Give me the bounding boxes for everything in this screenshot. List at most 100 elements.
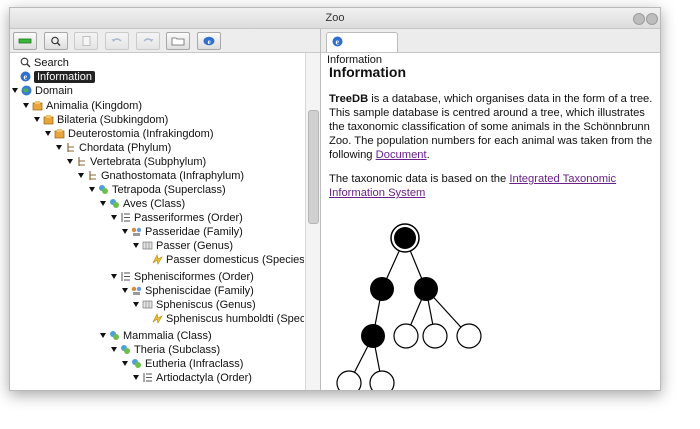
tree-item[interactable]: Artiodactyla (Order) <box>133 371 252 385</box>
redo-icon <box>143 38 154 42</box>
order-icon <box>143 373 152 382</box>
tree-item[interactable]: Eutheria (Infraclass) <box>122 357 243 371</box>
leaf-node <box>369 370 395 390</box>
expand-arrow-icon[interactable] <box>23 103 29 108</box>
scrollbar-thumb[interactable] <box>308 110 319 224</box>
info-content: Information TreeDB is a database, which … <box>329 63 654 210</box>
expand-arrow-icon[interactable] <box>111 347 117 352</box>
species-icon <box>152 254 163 265</box>
tree-item-label: Search <box>34 57 69 69</box>
expand-arrow-icon[interactable] <box>100 333 106 338</box>
info-icon: e <box>203 36 215 46</box>
kingdom-icon <box>54 129 65 139</box>
tree-item-label: Sphenisciformes (Order) <box>134 271 254 283</box>
tree-item[interactable]: Vertebrata (Subphylum) <box>67 155 206 169</box>
tree-item[interactable]: Mammalia (Class) <box>100 329 212 343</box>
phylum-icon <box>67 143 74 152</box>
search-icon <box>20 57 31 68</box>
phylum-icon <box>89 171 96 180</box>
tree-view: Search e Information Domain Animalia (Kin… <box>10 53 304 390</box>
tree-item[interactable]: Tetrapoda (Superclass) <box>89 183 226 197</box>
tree-item-label: Passeriformes (Order) <box>134 212 243 224</box>
tree-item-information[interactable]: e Information <box>20 70 96 84</box>
tree-item-label: Artiodactyla (Order) <box>156 372 252 384</box>
folder-button[interactable] <box>166 32 190 50</box>
tree-item-label: Spheniscus humboldti (Species) <box>166 313 304 325</box>
expand-arrow-icon[interactable] <box>111 274 117 279</box>
tree-item-domain[interactable]: Domain <box>12 84 73 98</box>
app-name: TreeDB <box>329 93 369 105</box>
expand-arrow-icon[interactable] <box>45 131 51 136</box>
tree-item[interactable]: Theria (Subclass) <box>111 343 220 357</box>
tree-item[interactable]: Sphenisciformes (Order) <box>111 270 254 284</box>
undo-icon <box>111 38 122 42</box>
source-paragraph: The taxonomic data is based on the Integ… <box>329 172 654 200</box>
tree-item[interactable]: Passer (Genus) <box>133 239 233 253</box>
class-icon <box>110 199 119 208</box>
expand-arrow-icon[interactable] <box>133 243 139 248</box>
tree-item-search[interactable]: Search <box>20 56 69 70</box>
info-button[interactable]: e <box>197 32 221 50</box>
tree-item-label: Passer domesticus (Species) <box>166 254 304 266</box>
close-button[interactable] <box>646 13 658 25</box>
expand-arrow-icon[interactable] <box>89 187 95 192</box>
svg-text:e: e <box>336 38 340 47</box>
expand-arrow-icon[interactable] <box>133 375 139 380</box>
tree-item[interactable]: Animalia (Kingdom) <box>23 99 142 113</box>
genus-icon <box>142 300 153 309</box>
tree-item[interactable]: Deuterostomia (Infrakingdom) <box>45 127 214 141</box>
tree-item[interactable]: Passeriformes (Order) <box>111 211 243 225</box>
tree-item-label: Domain <box>35 85 73 97</box>
tree-panel: e Search e Information Domain Animalia (K… <box>10 29 321 390</box>
period: . <box>426 149 430 161</box>
redo-button[interactable] <box>136 32 160 50</box>
tree-item-label: Spheniscus (Genus) <box>156 299 256 311</box>
tree-item-label: Theria (Subclass) <box>134 344 221 356</box>
tree-item-label: Eutheria (Infraclass) <box>145 358 244 370</box>
tree-item[interactable]: Spheniscidae (Family) <box>122 284 254 298</box>
search-icon <box>51 36 61 46</box>
expand-arrow-icon[interactable] <box>56 145 62 150</box>
class-icon <box>99 185 108 194</box>
tree-item[interactable]: Aves (Class) <box>100 197 185 211</box>
new-node-button[interactable] <box>13 32 37 50</box>
phylum-icon <box>78 157 85 166</box>
tree-edges <box>348 237 470 384</box>
tree-item[interactable]: Spheniscus (Genus) <box>133 298 256 312</box>
leaf-node <box>422 323 448 349</box>
tree-scrollbar[interactable] <box>305 53 320 390</box>
tree-item[interactable]: Spheniscus humboldti (Species) <box>152 312 304 326</box>
description-paragraph: TreeDB is a database, which organises da… <box>329 92 654 162</box>
expand-arrow-icon[interactable] <box>67 159 73 164</box>
expand-arrow-icon[interactable] <box>133 302 139 307</box>
expand-arrow-icon[interactable] <box>78 173 84 178</box>
tree-item[interactable]: Bilateria (Subkingdom) <box>34 113 168 127</box>
document-icon <box>82 36 91 46</box>
leaf-node <box>393 323 419 349</box>
expand-arrow-icon[interactable] <box>122 229 128 234</box>
tree-item-label: Spheniscidae (Family) <box>145 285 254 297</box>
undo-button[interactable] <box>105 32 129 50</box>
tab-information[interactable]: e Information <box>326 32 398 66</box>
tree-item[interactable]: Gnathostomata (Infraphylum) <box>78 169 244 183</box>
expand-arrow-icon[interactable] <box>122 361 128 366</box>
expand-arrow-icon[interactable] <box>122 288 128 293</box>
expand-arrow-icon[interactable] <box>100 201 106 206</box>
tree-item[interactable]: Passeridae (Family) <box>122 225 243 239</box>
expand-arrow-icon[interactable] <box>34 117 40 122</box>
leaf-node <box>336 370 362 390</box>
tree-node <box>414 277 438 301</box>
tree-item-label: Vertebrata (Subphylum) <box>90 156 207 168</box>
info-icon: e <box>20 71 31 82</box>
tree-item[interactable]: Passer domesticus (Species) <box>152 253 304 267</box>
expand-arrow-icon[interactable] <box>12 88 18 93</box>
expand-arrow-icon[interactable] <box>111 215 117 220</box>
search-button[interactable] <box>44 32 68 50</box>
maximize-button[interactable] <box>633 13 645 25</box>
tree-node <box>361 324 385 348</box>
document-button[interactable] <box>74 32 98 50</box>
tree-item[interactable]: Chordata (Phylum) <box>56 141 171 155</box>
family-icon <box>131 286 142 295</box>
document-link[interactable]: Document <box>376 149 427 161</box>
info-icon: e <box>332 36 343 47</box>
